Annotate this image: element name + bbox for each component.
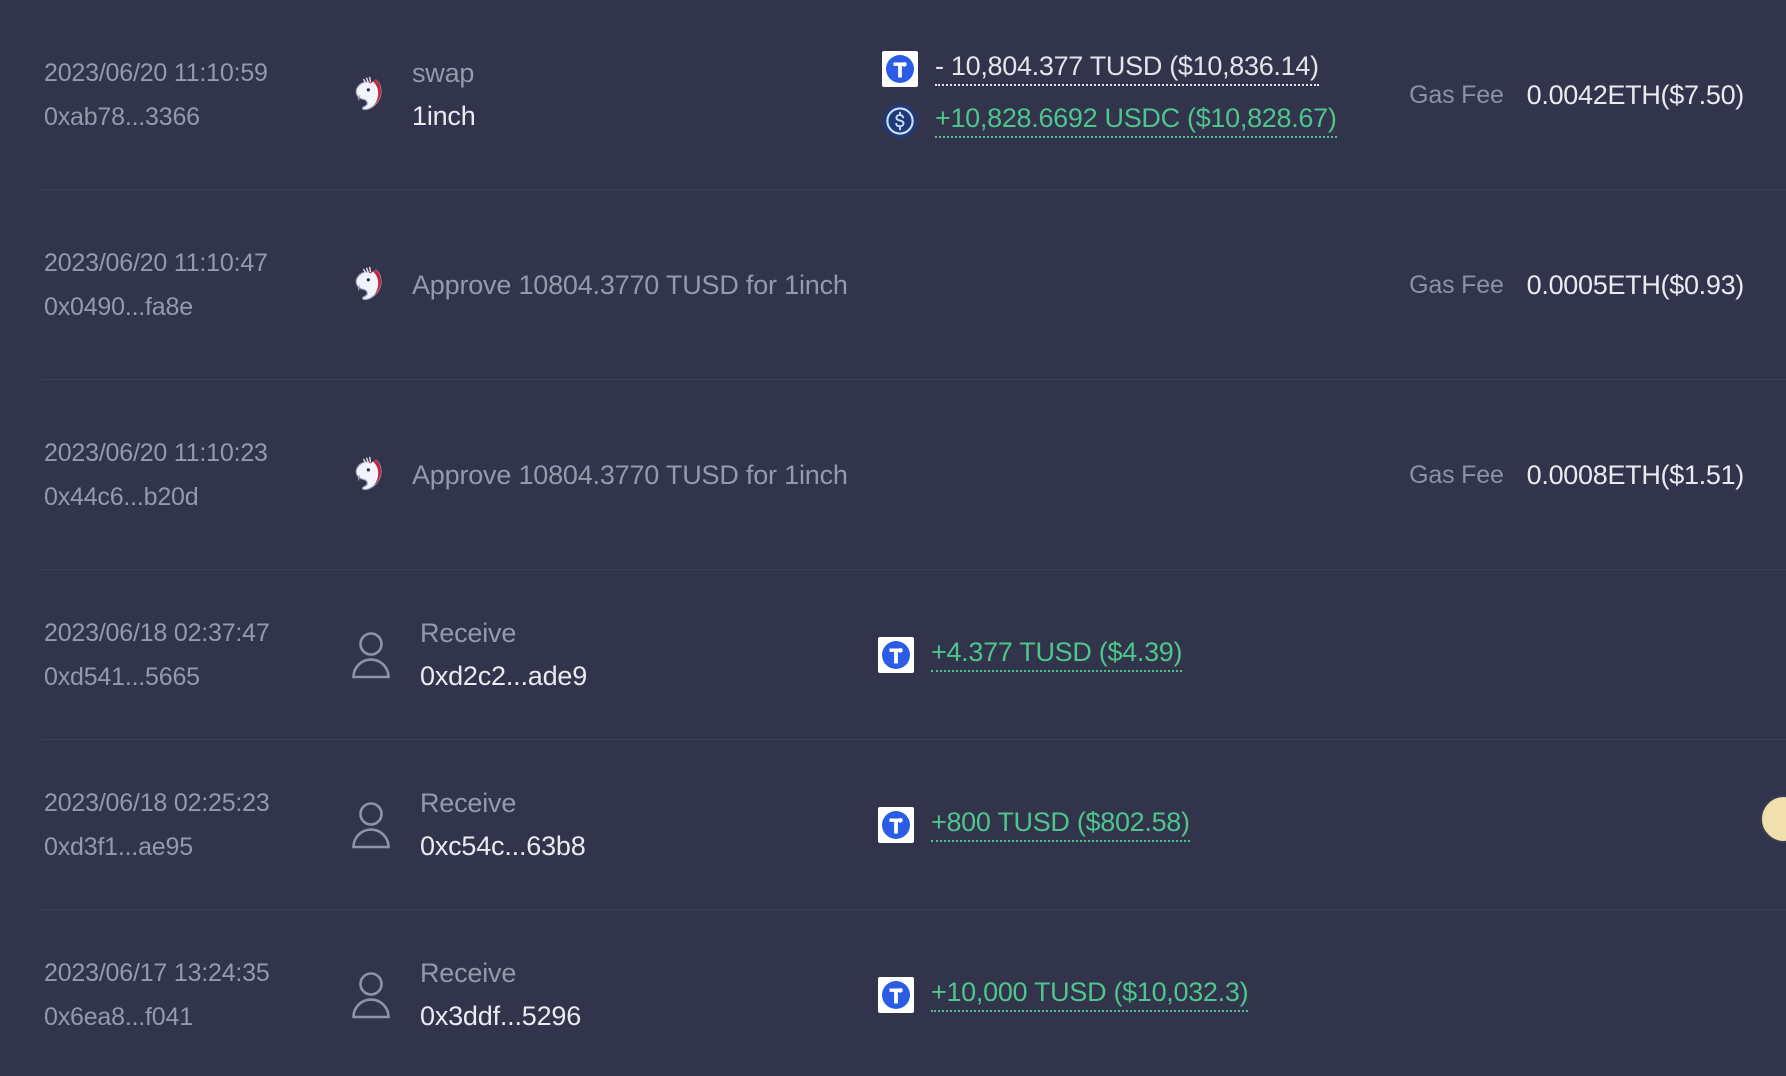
action-type: Receive <box>420 618 517 648</box>
action-labels: Approve 10804.3770 TUSD for 1inch <box>412 270 848 301</box>
action-type: Receive <box>420 958 517 988</box>
transaction-action: Approve 10804.3770 TUSD for 1inch <box>344 452 864 498</box>
action-type: swap <box>412 58 475 88</box>
transaction-row[interactable]: 2023/06/18 02:37:47 0xd541...5665 Receive… <box>0 570 1786 740</box>
transaction-meta: 2023/06/20 11:10:47 0x0490...fa8e <box>44 249 344 322</box>
transaction-row[interactable]: 2023/06/17 13:24:35 0x6ea8...f041 Receive… <box>0 910 1786 1076</box>
transaction-row[interactable]: 2023/06/20 11:10:23 0x44c6...b20d Approve… <box>0 380 1786 570</box>
transaction-timestamp: 2023/06/20 11:10:59 <box>44 58 268 87</box>
transaction-row[interactable]: 2023/06/18 02:25:23 0xd3f1...ae95 Receive… <box>0 740 1786 910</box>
amount-value[interactable]: +10,828.6692 USDC ($10,828.67) <box>935 104 1337 138</box>
gas-fee-value: 0.0042ETH($7.50) <box>1526 79 1745 110</box>
uniswap-unicorn-icon <box>355 266 382 301</box>
action-counterparty[interactable]: 0x3ddf...5296 <box>420 1001 581 1032</box>
action-labels: Approve 10804.3770 TUSD for 1inch <box>412 460 848 491</box>
gas-fee-label: Gas Fee <box>1409 80 1504 109</box>
transaction-timestamp: 2023/06/17 13:24:35 <box>44 958 270 987</box>
transaction-row[interactable]: 2023/06/20 11:10:47 0x0490...fa8e Approve… <box>0 190 1786 380</box>
transaction-timestamp: 2023/06/18 02:25:23 <box>44 788 270 817</box>
transaction-timestamp: 2023/06/20 11:10:23 <box>44 438 268 467</box>
transaction-row[interactable]: 2023/06/20 11:10:59 0xab78...3366 swap 1in… <box>0 0 1786 190</box>
action-counterparty[interactable]: 0xc54c...63b8 <box>420 831 586 862</box>
transaction-list: 2023/06/20 11:10:59 0xab78...3366 swap 1in… <box>0 0 1786 1076</box>
transaction-meta: 2023/06/20 11:10:59 0xab78...3366 <box>44 59 344 132</box>
gas-fee-label: Gas Fee <box>1409 270 1504 299</box>
transaction-meta: 2023/06/18 02:37:47 0xd541...5665 <box>44 619 344 692</box>
transaction-hash[interactable]: 0x0490...fa8e <box>44 293 344 322</box>
usdc-token-icon <box>883 104 917 138</box>
person-avatar-icon <box>352 802 390 849</box>
transaction-meta: 2023/06/18 02:25:23 0xd3f1...ae95 <box>44 789 344 862</box>
amount-value[interactable]: +4.377 TUSD ($4.39) <box>931 638 1183 672</box>
tusd-token-icon <box>878 637 914 673</box>
transaction-amounts: - 10,804.377 TUSD ($10,836.14) +10,828.6… <box>864 51 1409 139</box>
amount-value[interactable]: +10,000 TUSD ($10,032.3) <box>931 978 1249 1012</box>
transaction-action: Approve 10804.3770 TUSD for 1inch <box>344 262 864 308</box>
transaction-hash[interactable]: 0x6ea8...f041 <box>44 1003 344 1032</box>
action-counterparty[interactable]: 1inch <box>412 101 476 132</box>
transaction-hash[interactable]: 0x44c6...b20d <box>44 483 344 512</box>
action-labels: Receive 0x3ddf...5296 <box>420 958 581 1032</box>
transaction-timestamp: 2023/06/20 11:10:47 <box>44 248 268 277</box>
gas-fee-value: 0.0008ETH($1.51) <box>1526 459 1745 490</box>
tusd-token-icon <box>882 51 918 87</box>
transaction-hash[interactable]: 0xd541...5665 <box>44 663 344 692</box>
person-avatar-icon <box>352 972 390 1019</box>
transaction-action: Receive 0xd2c2...ade9 <box>344 618 864 692</box>
action-description: Approve 10804.3770 TUSD for 1inch <box>412 269 848 300</box>
action-labels: swap 1inch <box>412 58 476 132</box>
uniswap-unicorn-icon <box>355 76 382 111</box>
transaction-timestamp: 2023/06/18 02:37:47 <box>44 618 270 647</box>
transaction-hash[interactable]: 0xd3f1...ae95 <box>44 833 344 862</box>
action-counterparty[interactable]: 0xd2c2...ade9 <box>420 661 587 692</box>
gas-fee: Gas Fee 0.0005ETH($0.93) <box>1409 270 1744 301</box>
action-labels: Receive 0xc54c...63b8 <box>420 788 586 862</box>
action-labels: Receive 0xd2c2...ade9 <box>420 618 587 692</box>
action-description: Approve 10804.3770 TUSD for 1inch <box>412 459 848 490</box>
amount-line: +10,000 TUSD ($10,032.3) <box>878 977 1627 1013</box>
tusd-token-icon <box>878 977 914 1013</box>
transaction-action: Receive 0xc54c...63b8 <box>344 788 864 862</box>
transaction-amounts: +10,000 TUSD ($10,032.3) <box>864 977 1627 1013</box>
tusd-token-icon <box>878 807 914 843</box>
amount-value[interactable]: - 10,804.377 TUSD ($10,836.14) <box>935 52 1319 86</box>
transaction-meta: 2023/06/20 11:10:23 0x44c6...b20d <box>44 439 344 512</box>
amount-line: - 10,804.377 TUSD ($10,836.14) <box>882 51 1409 87</box>
uniswap-unicorn-icon <box>355 456 382 491</box>
transaction-action: swap 1inch <box>344 58 864 132</box>
amount-line: +4.377 TUSD ($4.39) <box>878 637 1627 673</box>
gas-fee-value: 0.0005ETH($0.93) <box>1526 269 1745 300</box>
transaction-amounts: +800 TUSD ($802.58) <box>864 807 1627 843</box>
gas-fee-label: Gas Fee <box>1409 460 1504 489</box>
transaction-hash[interactable]: 0xab78...3366 <box>44 103 344 132</box>
gas-fee: Gas Fee 0.0008ETH($1.51) <box>1409 460 1744 491</box>
person-avatar-icon <box>352 632 390 679</box>
amount-line: +10,828.6692 USDC ($10,828.67) <box>882 103 1409 139</box>
gas-fee: Gas Fee 0.0042ETH($7.50) <box>1409 80 1744 111</box>
transaction-action: Receive 0x3ddf...5296 <box>344 958 864 1032</box>
amount-value[interactable]: +800 TUSD ($802.58) <box>931 808 1190 842</box>
transaction-amounts: +4.377 TUSD ($4.39) <box>864 637 1627 673</box>
transaction-meta: 2023/06/17 13:24:35 0x6ea8...f041 <box>44 959 344 1032</box>
action-type: Receive <box>420 788 517 818</box>
amount-line: +800 TUSD ($802.58) <box>878 807 1627 843</box>
